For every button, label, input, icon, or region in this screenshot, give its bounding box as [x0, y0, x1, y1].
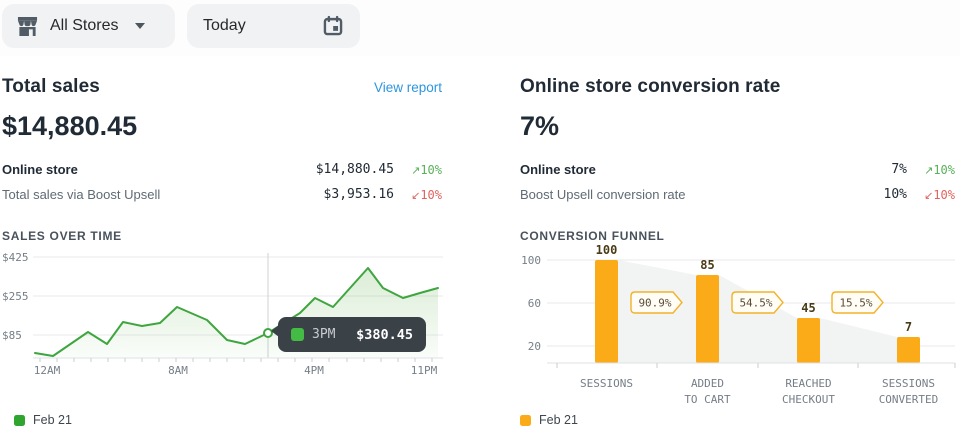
metric-row-online-store: Online store 7% ↗10%: [520, 157, 955, 182]
date-selector-label: Today: [203, 17, 246, 35]
conversion-rate-panel: Online store conversion rate 7% Online s…: [520, 70, 955, 243]
total-sales-title: Total sales: [2, 76, 100, 98]
conversion-badge-label: 90.9%: [638, 297, 671, 310]
metric-change-badge: ↙10%: [398, 188, 442, 202]
calendar-icon: [322, 15, 344, 37]
category-label: SESSIONS: [882, 377, 935, 390]
metric-label: Boost Upsell conversion rate: [520, 187, 797, 202]
funnel-bar-added-to-cart[interactable]: [696, 275, 719, 363]
x-axis-ticks: [557, 363, 955, 368]
top-bar: All Stores Today: [0, 0, 960, 56]
metric-value: 7%: [797, 162, 907, 177]
metric-label: Online store: [2, 162, 284, 177]
conversion-funnel-chart[interactable]: 100 60 20 100 85 45 7 90.9% 54.5% 15.5% …: [515, 240, 960, 412]
total-sales-panel: Total sales View report $14,880.45 Onlin…: [2, 70, 442, 243]
x-tick-label: 4PM: [304, 364, 324, 377]
y-tick-label: $255: [2, 290, 29, 303]
y-tick-label: $85: [2, 329, 22, 342]
metric-change-badge: ↙10%: [911, 188, 955, 202]
metric-label: Total sales via Boost Upsell: [2, 187, 284, 202]
category-label: SESSIONS: [580, 377, 633, 390]
total-sales-amount: $14,880.45: [2, 111, 442, 142]
trend-up-icon: ↗: [924, 164, 933, 177]
category-label: REACHED: [785, 377, 831, 390]
store-selector-button[interactable]: All Stores: [2, 4, 175, 48]
tooltip-time: 3PM: [312, 327, 335, 342]
conversion-rate-amount: 7%: [520, 111, 955, 142]
trend-down-icon: ↙: [924, 189, 933, 202]
tooltip-value: $380.45: [356, 327, 413, 343]
metric-value: 10%: [797, 187, 907, 202]
funnel-bar-reached-checkout[interactable]: [797, 318, 820, 363]
y-tick-label: 20: [528, 340, 541, 353]
sales-over-time-heading: SALES OVER TIME: [2, 229, 442, 243]
tooltip-series-swatch: [291, 328, 304, 341]
x-tick-label: 12AM: [34, 364, 61, 377]
bar-value-label: 100: [596, 243, 618, 257]
store-selector-label: All Stores: [50, 17, 118, 35]
funnel-chart-legend: Feb 21: [520, 413, 578, 427]
category-label: CHECKOUT: [782, 393, 835, 406]
bar-value-label: 7: [905, 320, 912, 334]
conversion-rate-title: Online store conversion rate: [520, 76, 780, 98]
metric-value: $3,953.16: [284, 187, 394, 202]
x-axis-ticks: [40, 358, 432, 362]
x-tick-label: 11PM: [411, 364, 438, 377]
metric-change-badge: ↗10%: [398, 163, 442, 177]
y-tick-label: $425: [2, 251, 29, 264]
x-tick-label: 8AM: [168, 364, 188, 377]
sales-chart-legend: Feb 21: [14, 413, 72, 427]
category-label: CONVERTED: [879, 393, 939, 406]
trend-down-icon: ↙: [411, 189, 420, 202]
funnel-bar-sessions-converted[interactable]: [897, 337, 920, 363]
category-label: TO CART: [684, 393, 731, 406]
metric-value: $14,880.45: [284, 162, 394, 177]
legend-label: Feb 21: [539, 413, 578, 427]
metric-row-online-store: Online store $14,880.45 ↗10%: [2, 157, 442, 182]
legend-label: Feb 21: [33, 413, 72, 427]
sales-over-time-chart[interactable]: $425 $255 $85 12AM 8AM 4PM 11PM: [0, 248, 450, 378]
y-tick-label: 100: [521, 254, 541, 267]
category-label: ADDED: [691, 377, 724, 390]
metric-label: Online store: [520, 162, 797, 177]
legend-swatch-orange: [520, 415, 531, 426]
metric-change-badge: ↗10%: [911, 163, 955, 177]
view-report-link[interactable]: View report: [374, 80, 442, 95]
metric-row-boost-upsell: Boost Upsell conversion rate 10% ↙10%: [520, 182, 955, 207]
storefront-icon: [16, 16, 39, 37]
chart-tooltip: 3PM $380.45: [278, 317, 426, 352]
conversion-badge-label: 54.5%: [739, 297, 772, 310]
legend-swatch-green: [14, 415, 25, 426]
trend-up-icon: ↗: [411, 164, 420, 177]
conversion-badge-label: 15.5%: [839, 297, 872, 310]
funnel-bar-sessions[interactable]: [595, 260, 618, 363]
metric-row-boost-upsell: Total sales via Boost Upsell $3,953.16 ↙…: [2, 182, 442, 207]
bar-value-label: 85: [700, 258, 714, 272]
bar-value-label: 45: [801, 301, 815, 315]
y-tick-label: 60: [528, 297, 541, 310]
chevron-down-icon: [135, 23, 145, 29]
date-selector-button[interactable]: Today: [187, 4, 360, 48]
